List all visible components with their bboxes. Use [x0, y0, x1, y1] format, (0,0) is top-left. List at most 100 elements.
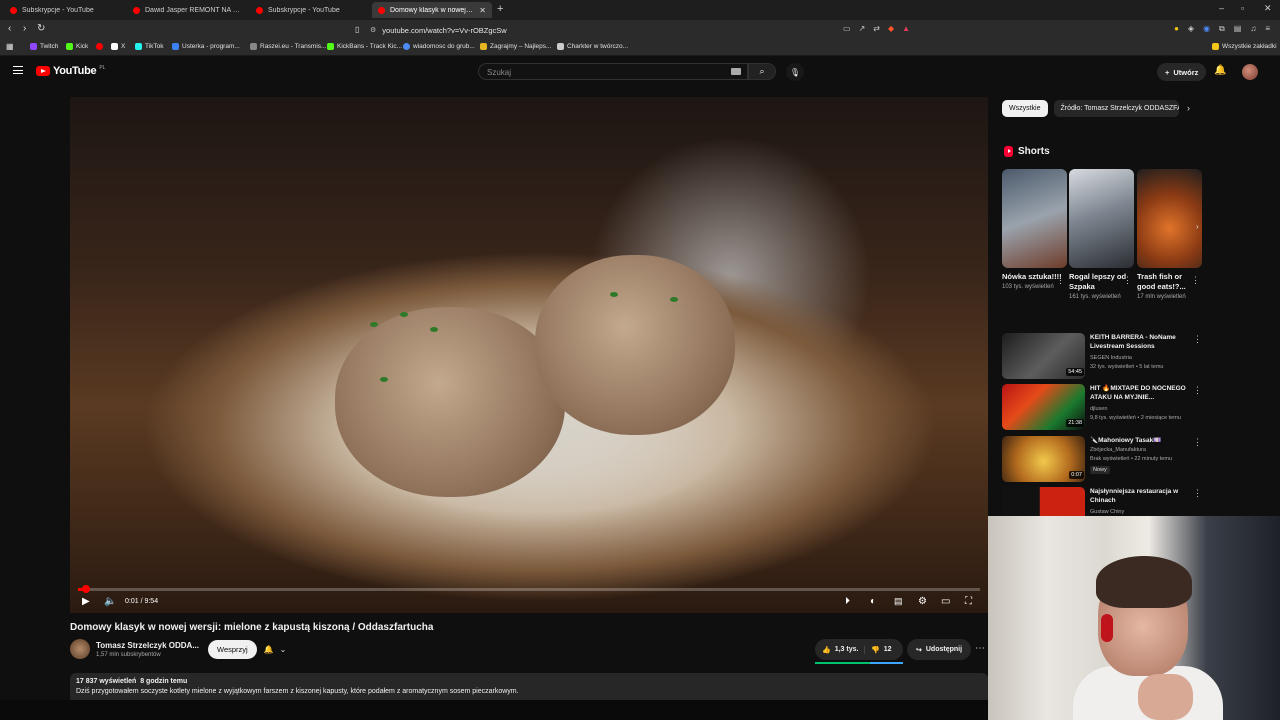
bookmark-item[interactable]: Twitch — [30, 43, 58, 50]
subtitles-icon[interactable]: ▤ — [894, 596, 903, 607]
share-button[interactable]: ↪ Udostępnij — [907, 639, 972, 660]
more-options-icon[interactable]: ⋮ — [1193, 437, 1202, 448]
chevron-right-icon[interactable]: › — [1196, 222, 1199, 231]
more-options-icon[interactable]: ⋮ — [1193, 334, 1202, 345]
browser-tab-active[interactable]: Domowy klasyk w nowej wersji: mielone ✕ — [372, 2, 492, 18]
bookmark-icon[interactable]: ▯ — [355, 25, 359, 34]
youtube-favicon-icon — [378, 6, 385, 14]
wallet-icon[interactable]: ● — [1174, 24, 1179, 34]
theater-mode-icon[interactable]: ▭ — [941, 596, 950, 607]
support-button[interactable]: Wesprzyj — [208, 640, 257, 659]
vpn-icon[interactable]: ◈ — [1188, 24, 1194, 34]
player-controls: ▶ 🔈 0:01 / 9:54 ⏵ ◐ ▤ ⚙ ▭ ⛶ — [70, 591, 988, 613]
description-box[interactable]: 17 837 wyświetleń 8 godzin temu Dziś prz… — [70, 673, 988, 703]
video-player[interactable]: ▶ 🔈 0:01 / 9:54 ⏵ ◐ ▤ ⚙ ▭ ⛶ — [70, 97, 988, 613]
view-meta: 17 837 wyświetleń 8 godzin temu — [76, 678, 188, 685]
puzzle-icon[interactable]: ⧉ — [1219, 24, 1225, 34]
maximize-icon[interactable]: ▫ — [1241, 3, 1244, 13]
cast-icon[interactable]: ▭ — [843, 24, 851, 33]
bookmark-item[interactable]: TikTok — [135, 43, 164, 50]
youtube-logo[interactable]: YouTube PL — [36, 65, 105, 77]
chip-source[interactable]: Źródło: Tomasz Strzelczyk ODDASZFA — [1053, 100, 1179, 117]
tab-title: Subskrypcje - YouTube — [268, 6, 340, 14]
mic-icon: 🎙 — [789, 67, 801, 77]
bell-icon: 🔔 — [263, 645, 274, 654]
autoplay-toggle-icon[interactable]: ⏵ — [845, 596, 850, 607]
more-options-icon[interactable]: ⋮ — [1123, 275, 1132, 286]
translate-icon[interactable]: ⇄ — [873, 24, 880, 33]
all-bookmarks[interactable]: Wszystkie zakładki — [1212, 43, 1277, 50]
voice-search-button[interactable]: 🎙 — [786, 63, 804, 81]
recommended-video[interactable]: 21:38 HIT 🔥MIXTAPE DO NOCNEGO ATAKU NA M… — [1002, 384, 1202, 430]
headset — [1101, 614, 1113, 642]
volume-icon[interactable]: 🔈 — [104, 596, 116, 607]
bookmark-item[interactable] — [96, 43, 103, 50]
sidebar-icon[interactable]: ▤ — [1234, 24, 1242, 34]
bookmark-item[interactable]: wiadomosc do grub... — [403, 43, 475, 50]
media-icon[interactable]: ♫ — [1250, 24, 1256, 34]
like-button[interactable]: 👍 1,3 tys. — [815, 645, 865, 654]
recommended-video[interactable]: Najsłynniejsza restauracja w Chinach Gus… — [1002, 487, 1202, 517]
short-card[interactable]: Rogal lepszy od Szpaka 161 tys. wyświetl… — [1069, 169, 1134, 301]
notification-bell-button[interactable]: 🔔 ⌄ — [258, 640, 292, 659]
bookmark-item[interactable]: Zagrajmy – Najleps... — [480, 43, 551, 50]
avatar[interactable] — [1242, 64, 1258, 80]
bookmark-item[interactable]: Charkter w twórczo... — [557, 43, 628, 50]
browser-tab[interactable]: Subskrypcje - YouTube — [250, 2, 370, 18]
more-options-icon[interactable]: ⋮ — [1193, 488, 1202, 499]
video-frame-meatball — [535, 255, 735, 435]
tab-title: Dawid Jasper REMONT NA WARSZAWIE — [145, 6, 241, 14]
x-icon — [111, 43, 118, 50]
close-tab-icon[interactable]: ✕ — [479, 6, 486, 15]
menu-icon[interactable]: ≡ — [1265, 24, 1270, 34]
video-thumbnail — [1002, 487, 1085, 517]
keyboard-icon[interactable] — [731, 68, 741, 75]
recommended-video[interactable]: 54:45 KEITH BARRERA - NoName Livestream … — [1002, 333, 1202, 379]
chip-all[interactable]: Wszystkie — [1002, 100, 1048, 117]
bookmark-item[interactable]: X — [111, 43, 125, 50]
search-button[interactable]: ⌕ — [748, 63, 776, 80]
short-card[interactable]: Trash fish or good eats!?... 17 mln wyśw… — [1137, 169, 1202, 301]
more-options-icon[interactable]: ⋮ — [1191, 275, 1200, 286]
minimize-icon[interactable]: – — [1219, 3, 1224, 13]
search-input[interactable]: Szukaj — [478, 63, 748, 80]
apps-grid-icon[interactable]: ▦ — [6, 42, 14, 51]
brave-shield-icon[interactable]: ◆ — [888, 24, 894, 33]
notifications-icon[interactable]: 🔔 — [1214, 65, 1226, 76]
tab-title: Domowy klasyk w nowej wersji: mielone — [390, 6, 474, 14]
share-page-icon[interactable]: ↗ — [859, 24, 866, 33]
dislike-button[interactable]: 👎 12 — [865, 646, 892, 654]
more-options-icon[interactable]: ⋮ — [1056, 275, 1065, 286]
settings-gear-icon[interactable]: ⚙ — [918, 596, 927, 607]
brave-rewards-icon[interactable]: ▲ — [902, 24, 910, 33]
extension-icon[interactable]: ◉ — [1203, 24, 1210, 34]
create-button[interactable]: + Utwórz — [1157, 63, 1207, 81]
channel-name[interactable]: Tomasz Strzelczyk ODDA... — [96, 641, 199, 650]
bookmark-item[interactable]: KickBans - Track Kic... — [327, 43, 402, 50]
plus-icon: + — [1165, 67, 1170, 77]
browser-tab[interactable]: Subskrypcje - YouTube — [4, 2, 124, 18]
forward-icon[interactable]: › — [23, 23, 26, 34]
back-icon[interactable]: ‹ — [8, 23, 11, 34]
fullscreen-icon[interactable]: ⛶ — [965, 596, 972, 607]
chevron-right-icon[interactable]: › — [1187, 103, 1190, 113]
new-tab-icon[interactable]: + — [497, 3, 503, 15]
bookmark-item[interactable]: Kick — [66, 43, 88, 50]
bookmark-item[interactable]: Usterka - program... — [172, 43, 240, 50]
more-options-icon[interactable]: ⋮ — [1193, 385, 1202, 396]
reload-icon[interactable]: ↻ — [37, 23, 45, 34]
close-window-icon[interactable]: ✕ — [1264, 3, 1272, 14]
menu-icon[interactable] — [13, 66, 23, 74]
address-bar[interactable]: ⚙ youtube.com/watch?v=Vv-rOBZgcSw — [370, 23, 910, 37]
short-card[interactable]: Nówka sztuka!!!! 103 tys. wyświetleń ⋮ — [1002, 169, 1067, 291]
youtube-header: YouTube PL Szukaj ⌕ 🎙 + Utwórz 🔔 — [0, 57, 1280, 87]
site-info-icon[interactable]: ⚙ — [370, 26, 376, 34]
site-icon — [172, 43, 179, 50]
autoplay-switch[interactable]: ◐ — [870, 596, 876, 607]
browser-tab[interactable]: Dawid Jasper REMONT NA WARSZAWIE — [127, 2, 247, 18]
recommended-video[interactable]: 0:07 🔪Mahoniowy Tasak💷 Zbójecka_Manufakt… — [1002, 436, 1202, 482]
more-actions-icon[interactable]: ⋯ — [975, 643, 985, 654]
channel-avatar[interactable] — [70, 639, 90, 659]
bookmark-item[interactable]: Raszei.eu - Transmis... — [250, 43, 326, 50]
play-icon[interactable]: ▶ — [82, 596, 90, 607]
